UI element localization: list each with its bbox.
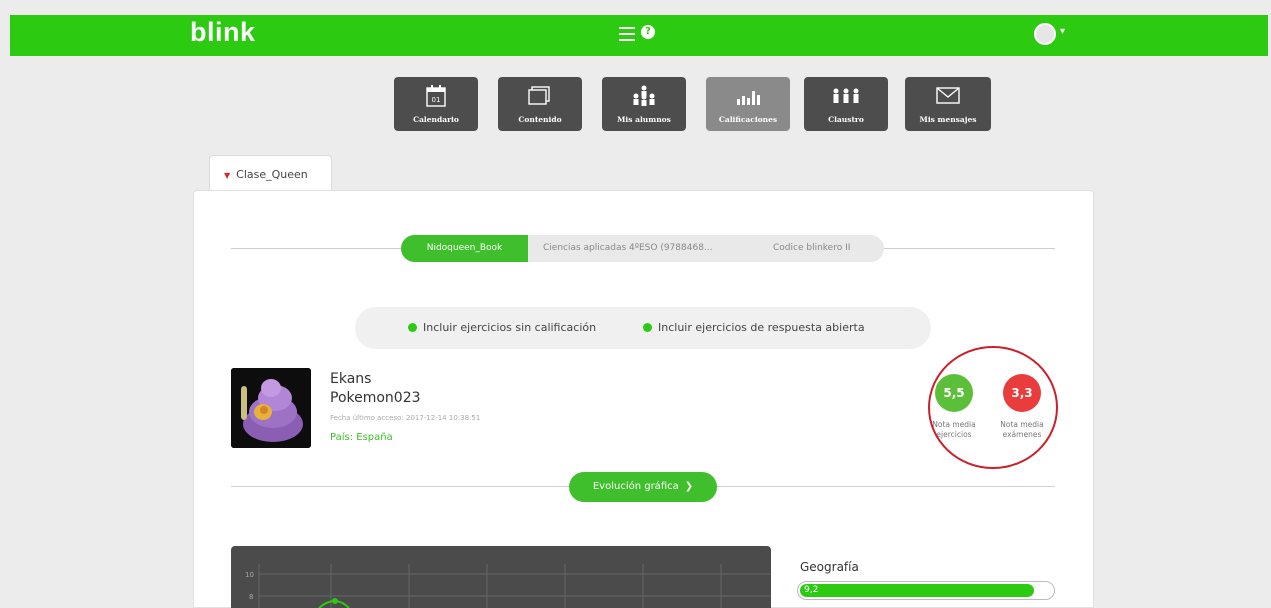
student-username: Pokemon023: [330, 390, 421, 406]
y-tick-label: 10: [245, 571, 254, 579]
filter-open-answer[interactable]: Incluir ejercicios de respuesta abierta: [643, 321, 865, 334]
book-selector: Nidoqueen_Book Ciencias aplicadas 4ºESO …: [401, 235, 884, 262]
evolution-chart-button[interactable]: Evolución gráfica ❯: [569, 472, 717, 502]
chart-canvas: 10 8: [245, 564, 771, 608]
my-messages-label: Mis mensajes: [919, 115, 977, 124]
chevron-down-icon[interactable]: ▾: [1060, 26, 1065, 37]
my-students-button[interactable]: Mis alumnos: [602, 77, 686, 131]
help-icon[interactable]: ?: [641, 25, 655, 39]
calendar-icon: 01: [426, 85, 446, 107]
grades-label: Calificaciones: [718, 115, 778, 124]
subject-progress-fill: 9,2: [800, 584, 1034, 597]
my-messages-button[interactable]: Mis mensajes: [905, 77, 991, 131]
staff-button[interactable]: Claustro: [804, 77, 888, 131]
filter-bar: Incluir ejercicios sin calificación Incl…: [355, 307, 931, 349]
subject-name: Geografía: [800, 560, 859, 574]
content-icon: [528, 86, 550, 105]
hamburger-menu-icon[interactable]: [619, 27, 635, 41]
student-name: Ekans: [330, 371, 372, 387]
checkbox-icon[interactable]: [643, 323, 652, 332]
envelope-icon: [936, 87, 960, 104]
calendar-button[interactable]: 01 Calendario: [394, 77, 478, 131]
caret-down-icon: ▼: [224, 171, 231, 180]
content-label: Contenido: [518, 115, 562, 124]
highlight-ring: [928, 346, 1058, 469]
chevron-down-icon: ❯: [684, 481, 694, 492]
subject-progress-bar: 9,2: [797, 581, 1055, 600]
brand-logo[interactable]: blink: [190, 17, 256, 48]
checkbox-icon[interactable]: [408, 323, 417, 332]
content-button[interactable]: Contenido: [498, 77, 582, 131]
student-avatar: [231, 368, 311, 448]
book-tab-nidoqueen[interactable]: Nidoqueen_Book: [401, 235, 528, 262]
evolution-chart-label: Evolución gráfica: [592, 481, 679, 492]
class-tab-label: Clase_Queen: [236, 168, 308, 181]
staff-icon: [833, 88, 859, 103]
filter-ungraded[interactable]: Incluir ejercicios sin calificación: [408, 321, 596, 334]
staff-label: Claustro: [828, 115, 864, 124]
filter-open-answer-label: Incluir ejercicios de respuesta abierta: [658, 321, 865, 334]
chart-point: [332, 598, 338, 604]
grades-button[interactable]: Calificaciones: [706, 77, 790, 131]
class-tab[interactable]: ▼ Clase_Queen: [209, 155, 332, 191]
calendar-label: Calendario: [413, 115, 459, 124]
top-navigation-bar: blink ? ▾: [10, 15, 1268, 56]
pokemon-image: [231, 368, 311, 448]
filter-ungraded-label: Incluir ejercicios sin calificación: [423, 321, 597, 334]
student-country: País: España: [330, 432, 393, 443]
y-tick-label: 8: [249, 593, 253, 601]
book-tab-codice[interactable]: Codice blinkero II: [773, 235, 878, 262]
user-avatar[interactable]: [1034, 23, 1056, 45]
students-icon: [633, 85, 655, 106]
book-tab-ciencias[interactable]: Ciencias aplicadas 4ºESO (9788468...: [543, 235, 753, 262]
grades-icon: [737, 91, 760, 105]
calendar-badge: 01: [432, 96, 441, 104]
my-students-label: Mis alumnos: [617, 115, 671, 124]
evolution-chart: 10 8: [231, 546, 771, 608]
last-access: Fecha último acceso: 2017-12-14 10:38:51: [330, 414, 481, 422]
